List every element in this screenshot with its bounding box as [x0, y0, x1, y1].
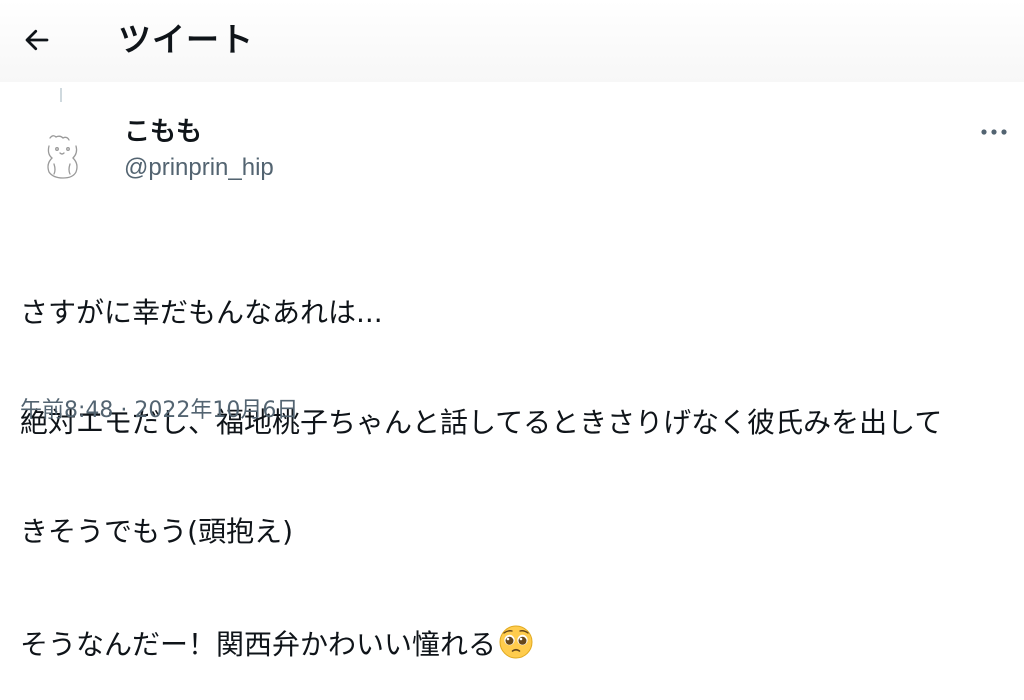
- page-title: ツイート: [118, 20, 254, 59]
- tweet-timestamp[interactable]: 午前8:48 · 2022年10月6日: [20, 395, 298, 427]
- display-name[interactable]: こもも: [124, 114, 202, 150]
- hamster-sketch-avatar: [47, 135, 78, 179]
- arrow-left-icon: [25, 29, 49, 51]
- tweet-text: さすがに幸だもんなあれは... 絶対エモだし、福地桃子ちゃんと話してるときさりげ…: [20, 222, 1010, 700]
- more-horizontal-icon: [981, 129, 1007, 135]
- more-options-button[interactable]: [976, 118, 1012, 146]
- avatar[interactable]: [20, 118, 104, 202]
- tweet-line: そうなんだー！関西弁かわいい憧れる: [20, 627, 497, 661]
- tweet-line: さすがに幸だもんなあれは...: [20, 296, 383, 329]
- back-button[interactable]: [20, 23, 54, 57]
- tweet-line: きそうでもう(頭抱え): [20, 515, 294, 548]
- tweet-line-with-emoji: そうなんだー！関西弁かわいい憧れる: [20, 624, 1010, 664]
- top-bar: ツイート: [0, 0, 1024, 82]
- pleading-face-emoji: [499, 625, 533, 658]
- user-handle[interactable]: @prinprin_hip: [124, 151, 274, 185]
- thread-connector: [60, 88, 62, 102]
